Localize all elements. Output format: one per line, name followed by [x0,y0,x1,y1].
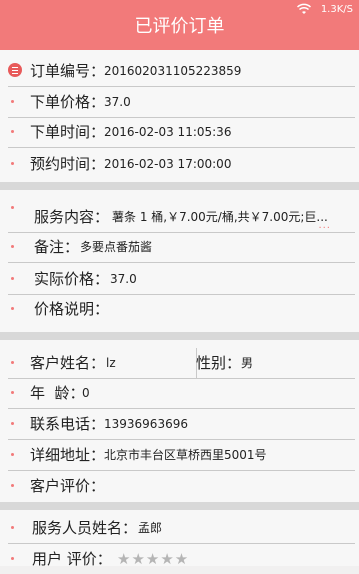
customer-phone-label: 联系电话： [30,415,106,433]
network-speed: 1.3K/S [320,4,353,15]
bullet-icon [11,277,14,280]
customer-age-value: 0 [82,386,90,400]
customer-name-value: lz [106,356,116,370]
order-number-row: 订单编号： 201602031105223859 [8,56,355,87]
customer-address-row: 详细地址： 北京市丰台区草桥西里5001号 [8,440,355,471]
bullet-icon [11,245,14,248]
customer-phone-row[interactable]: 联系电话： 13936963696 [8,409,355,440]
customer-age-row: 年 龄： 0 [8,378,355,409]
bullet-icon [11,453,14,456]
customer-address-value: 北京市丰台区草桥西里5001号 [104,448,267,462]
service-content-value: 薯条 1 桶,￥7.00元/桶,共￥7.00元;巨... [112,210,328,224]
section-divider [0,332,359,340]
bullet-icon [11,557,14,560]
gender-label: 性别： [196,354,242,372]
service-content-label: 服务内容： [34,208,110,226]
order-price-row: 下单价格： 37.0 [8,87,355,118]
customer-name-label: 客户姓名： [30,354,106,372]
staff-name-label: 服务人员姓名： [32,519,138,537]
actual-price-row: 实际价格： 37.0 [8,264,355,295]
gender-value: 男 [241,356,254,370]
customer-address-label: 详细地址： [30,446,106,464]
bullet-icon [11,206,14,209]
bullet-icon [11,100,14,103]
order-price-value: 37.0 [104,95,131,109]
customer-age-label: 年 龄： [30,384,85,402]
order-time-label: 下单时间： [30,123,106,141]
order-number-value: 201602031105223859 [104,64,242,78]
bullet-icon [11,361,14,364]
order-number-label: 订单编号： [30,62,106,80]
staff-name-row: 服务人员姓名： 孟郎 [8,513,355,544]
service-info-card: 服务内容： 薯条 1 桶,￥7.00元/桶,共￥7.00元;巨... ··· 备… [0,190,359,332]
order-price-label: 下单价格： [30,93,106,111]
star-rating: ★★★★★ [117,550,190,568]
page-header: 已评价订单 [0,18,359,50]
staff-name-value: 孟郎 [138,521,163,535]
bullet-icon [11,391,14,394]
bullet-icon [11,484,14,487]
bullet-icon [11,162,14,165]
order-time-row: 下单时间： 2016-02-03 11:05:36 [8,117,355,148]
section-divider [0,182,359,190]
customer-name-row: 客户姓名： lz 性别： 男 [8,348,355,379]
page-title: 已评价订单 [134,16,225,37]
appointment-time-value: 2016-02-03 17:00:00 [104,157,232,171]
customer-review-label: 客户评价： [30,477,106,495]
remark-value: 多要点番茄酱 [80,240,153,254]
section-divider [0,502,359,510]
price-note-row: 价格说明： [8,294,355,324]
customer-review-row: 客户评价： [8,471,355,501]
actual-price-label: 实际价格： [34,270,110,288]
bullet-icon [11,526,14,529]
order-list-icon [8,63,22,77]
order-info-card: 订单编号： 201602031105223859 下单价格： 37.0 下单时间… [0,50,359,182]
price-note-label: 价格说明： [34,300,110,318]
remark-row: 备注： 多要点番茄酱 [8,232,355,263]
bullet-icon [11,130,14,133]
appointment-time-row: 预约时间： 2016-02-03 17:00:00 [8,149,355,179]
customer-phone-value[interactable]: 13936963696 [104,409,188,439]
bullet-icon [11,307,14,310]
service-content-row[interactable]: 服务内容： 薯条 1 桶,￥7.00元/桶,共￥7.00元;巨... ··· [8,202,355,234]
bullet-icon [11,422,14,425]
appointment-time-label: 预约时间： [30,155,106,173]
staff-info-card: 服务人员姓名： 孟郎 用户 评价： ★★★★★ [0,510,359,568]
wifi-icon [297,3,311,14]
actual-price-value: 37.0 [110,272,137,286]
user-rating-label: 用户 评价： [32,550,112,568]
order-time-value: 2016-02-03 11:05:36 [104,125,232,139]
remark-label: 备注： [34,238,80,256]
user-rating-row: 用户 评价： ★★★★★ [8,544,355,574]
customer-info-card: 客户姓名： lz 性别： 男 年 龄： 0 联系电话： 13936963696 … [0,340,359,502]
